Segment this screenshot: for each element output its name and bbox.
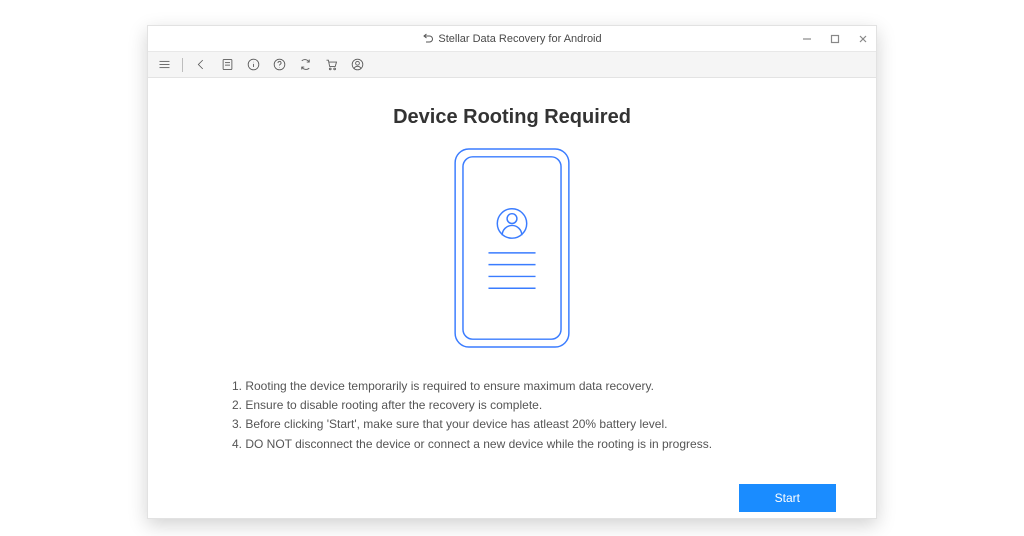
button-row: Start (148, 464, 876, 518)
cart-icon[interactable] (323, 57, 339, 73)
start-button[interactable]: Start (739, 484, 836, 512)
toolbar (148, 52, 876, 78)
undo-icon (422, 33, 434, 45)
window-controls (800, 26, 870, 51)
info-icon[interactable] (245, 57, 261, 73)
phone-illustration (453, 147, 571, 349)
minimize-button[interactable] (800, 32, 814, 46)
menu-icon[interactable] (156, 57, 172, 73)
app-title-text: Stellar Data Recovery for Android (438, 33, 601, 45)
refresh-icon[interactable] (297, 57, 313, 73)
app-window: Stellar Data Recovery for Android (147, 25, 877, 519)
instruction-item: 4. DO NOT disconnect the device or conne… (232, 435, 792, 454)
instruction-item: 2. Ensure to disable rooting after the r… (232, 396, 792, 415)
instruction-item: 3. Before clicking 'Start', make sure th… (232, 415, 792, 434)
user-icon[interactable] (349, 57, 365, 73)
back-icon[interactable] (193, 57, 209, 73)
page-title: Device Rooting Required (174, 106, 850, 129)
main-content: Device Rooting Required (148, 78, 876, 464)
titlebar-title: Stellar Data Recovery for Android (422, 33, 601, 45)
toolbar-separator (182, 58, 183, 72)
help-icon[interactable] (271, 57, 287, 73)
phone-illustration-container (174, 147, 850, 349)
titlebar: Stellar Data Recovery for Android (148, 26, 876, 52)
instruction-item: 1. Rooting the device temporarily is req… (232, 377, 792, 396)
close-button[interactable] (856, 32, 870, 46)
log-icon[interactable] (219, 57, 235, 73)
instructions-list: 1. Rooting the device temporarily is req… (232, 377, 792, 454)
maximize-button[interactable] (828, 32, 842, 46)
